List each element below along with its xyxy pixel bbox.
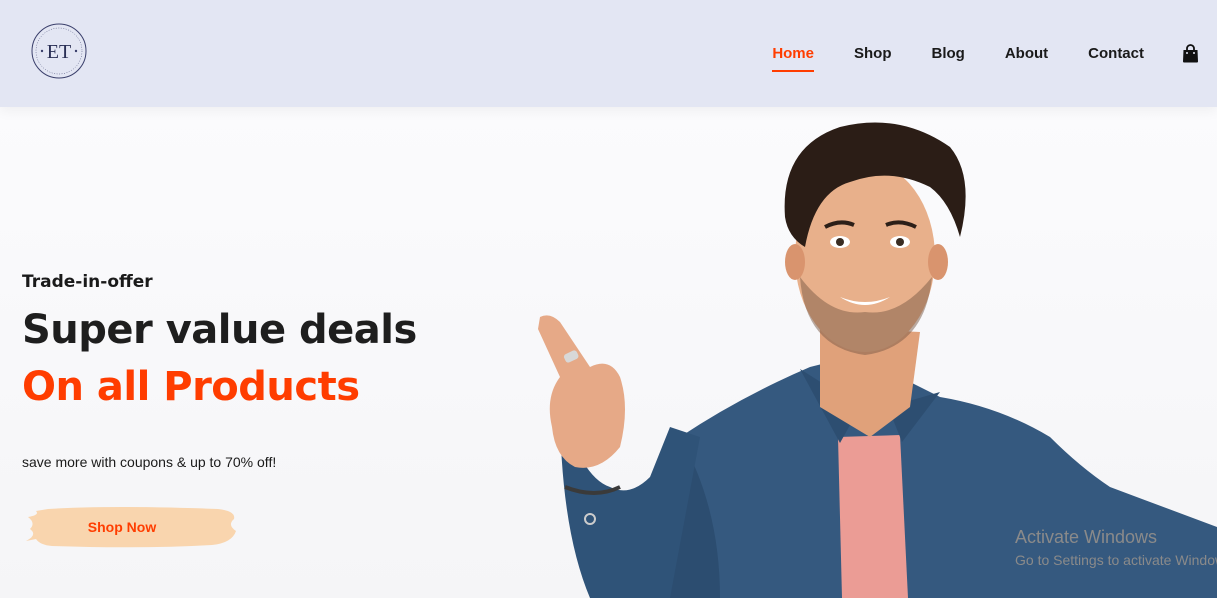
- hero-eyebrow: Trade-in-offer: [22, 272, 153, 292]
- nav-contact[interactable]: Contact: [1088, 41, 1144, 66]
- hero-model-image: [538, 122, 1217, 598]
- shop-now-label: Shop Now: [87, 519, 157, 535]
- nav-about[interactable]: About: [1005, 41, 1048, 66]
- hero-headline-accent: On all Products: [22, 364, 360, 410]
- nav-shop[interactable]: Shop: [854, 41, 892, 66]
- watermark-title: Activate Windows: [1015, 527, 1158, 547]
- site-header: ET Home Shop Blog About Contact: [0, 0, 1217, 107]
- main-nav: Home Shop Blog About Contact: [772, 0, 1199, 107]
- nav-blog[interactable]: Blog: [932, 41, 965, 66]
- logo-text: ET: [47, 41, 71, 63]
- hero-subtext: save more with coupons & up to 70% off!: [22, 454, 277, 470]
- shop-now-button[interactable]: Shop Now: [22, 505, 238, 549]
- logo[interactable]: ET: [30, 22, 88, 80]
- shopping-bag-icon[interactable]: [1182, 44, 1199, 63]
- nav-home[interactable]: Home: [772, 41, 814, 72]
- watermark-subtitle: Go to Settings to activate Windows.: [1015, 552, 1217, 568]
- windows-activation-watermark: Activate Windows Go to Settings to activ…: [1015, 527, 1217, 568]
- hero-headline: Super value deals: [22, 307, 417, 353]
- hero-section: Trade-in-offer Super value deals On all …: [0, 107, 1217, 598]
